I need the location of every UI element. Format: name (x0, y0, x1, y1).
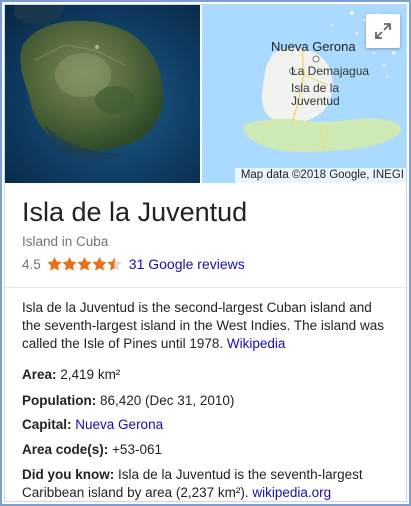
fact-population-value: 86,420 (Dec 31, 2010) (100, 393, 235, 408)
fact-area-code-value: +53-061 (112, 442, 162, 457)
fact-area-label: Area: (22, 367, 57, 382)
fact-did-you-know-label: Did you know: (22, 467, 115, 482)
rating-row: 4.5 31 Google reviews (22, 256, 245, 272)
map-label-nueva-gerona: Nueva Gerona (271, 39, 356, 54)
star-icon (47, 257, 62, 271)
knowledge-panel: Nueva Gerona La Demajagua Isla de la Juv… (4, 4, 407, 502)
entity-subtitle: Island in Cuba (22, 234, 109, 249)
star-half-icon (107, 257, 122, 271)
description-text: Isla de la Juventud is the second-larges… (22, 300, 384, 351)
did-you-know-source-link[interactable]: wikipedia.org (252, 485, 331, 500)
fact-did-you-know: Did you know: Isla de la Juventud is the… (22, 466, 392, 501)
capital-link[interactable]: Nueva Gerona (75, 417, 163, 432)
header-images: Nueva Gerona La Demajagua Isla de la Juv… (5, 5, 406, 183)
fact-area-code: Area code(s): +53-061 (22, 441, 392, 459)
google-reviews-link[interactable]: 31 Google reviews (129, 256, 245, 272)
rating-stars (47, 257, 122, 271)
map-label-isla-line1: Isla de la (291, 81, 340, 95)
description: Isla de la Juventud is the second-larges… (22, 299, 392, 353)
fact-area-value: 2,419 km² (60, 367, 121, 382)
star-icon (62, 257, 77, 271)
knowledge-panel-frame: Nueva Gerona La Demajagua Isla de la Juv… (0, 0, 411, 506)
divider (5, 287, 406, 288)
expand-map-button[interactable] (366, 14, 400, 48)
fact-capital-label: Capital: (22, 417, 72, 432)
fact-population: Population: 86,420 (Dec 31, 2010) (22, 392, 392, 410)
rating-value: 4.5 (22, 256, 41, 272)
star-icon (92, 257, 107, 271)
map-label-la-demajagua: La Demajagua (291, 64, 370, 78)
map-label-isla-line2: Juventud (291, 94, 340, 108)
satellite-image[interactable] (5, 5, 200, 183)
fact-population-label: Population: (22, 393, 97, 408)
fact-area: Area: 2,419 km² (22, 366, 392, 384)
map-attribution: Map data ©2018 Google, INEGI (234, 168, 406, 183)
fact-area-code-label: Area code(s): (22, 442, 109, 457)
expand-icon (375, 23, 391, 39)
map-thumbnail[interactable]: Nueva Gerona La Demajagua Isla de la Juv… (202, 5, 406, 183)
wikipedia-link[interactable]: Wikipedia (227, 336, 286, 351)
fact-capital: Capital: Nueva Gerona (22, 416, 392, 434)
entity-title: Isla de la Juventud (22, 197, 248, 227)
star-icon (77, 257, 92, 271)
